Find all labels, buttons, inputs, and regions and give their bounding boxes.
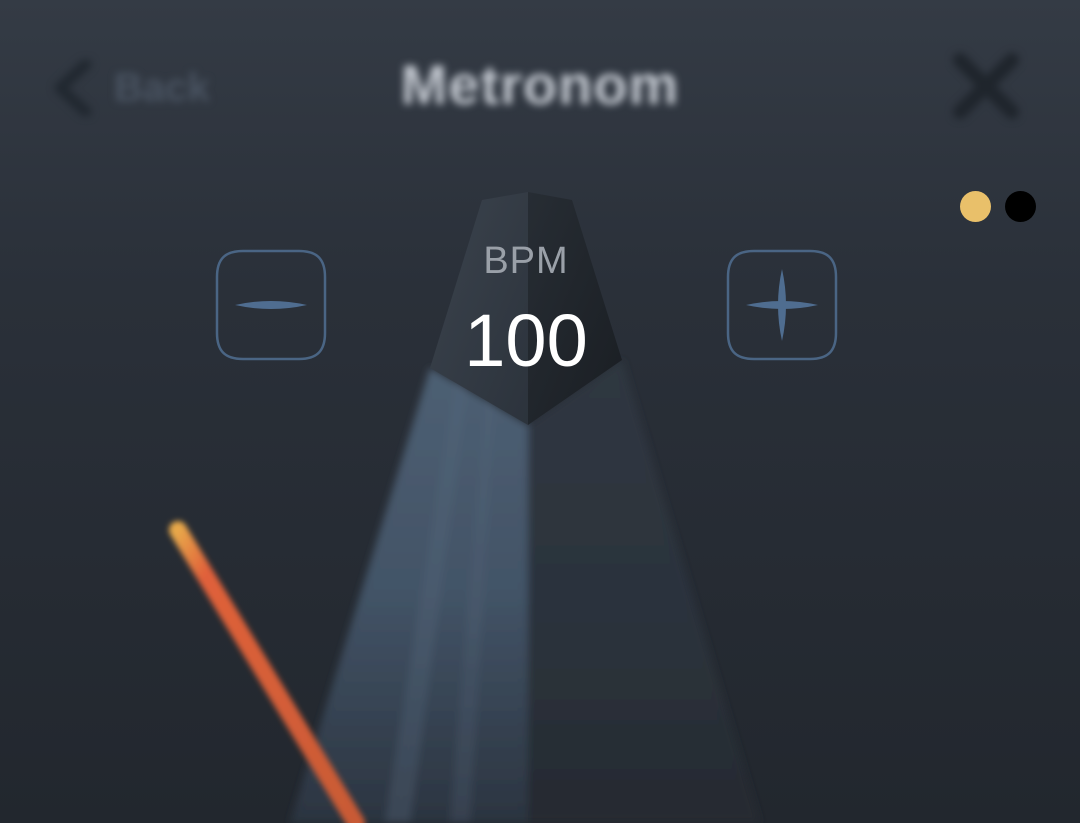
minus-icon [215, 249, 327, 361]
page-dot-active[interactable] [960, 191, 991, 222]
page-title: Metronom [400, 53, 680, 116]
page-dot-inactive[interactable] [1005, 191, 1036, 222]
decrease-tempo-button[interactable] [213, 247, 329, 363]
bpm-value: 100 [464, 299, 588, 382]
close-icon [953, 53, 1019, 119]
plus-icon [726, 249, 838, 361]
page-indicator [960, 191, 1036, 222]
increase-tempo-button[interactable] [724, 247, 840, 363]
pyramid-right-face [528, 360, 760, 823]
metronome-body [290, 192, 760, 823]
bpm-label: BPM [483, 240, 569, 282]
close-button[interactable] [936, 36, 1036, 136]
